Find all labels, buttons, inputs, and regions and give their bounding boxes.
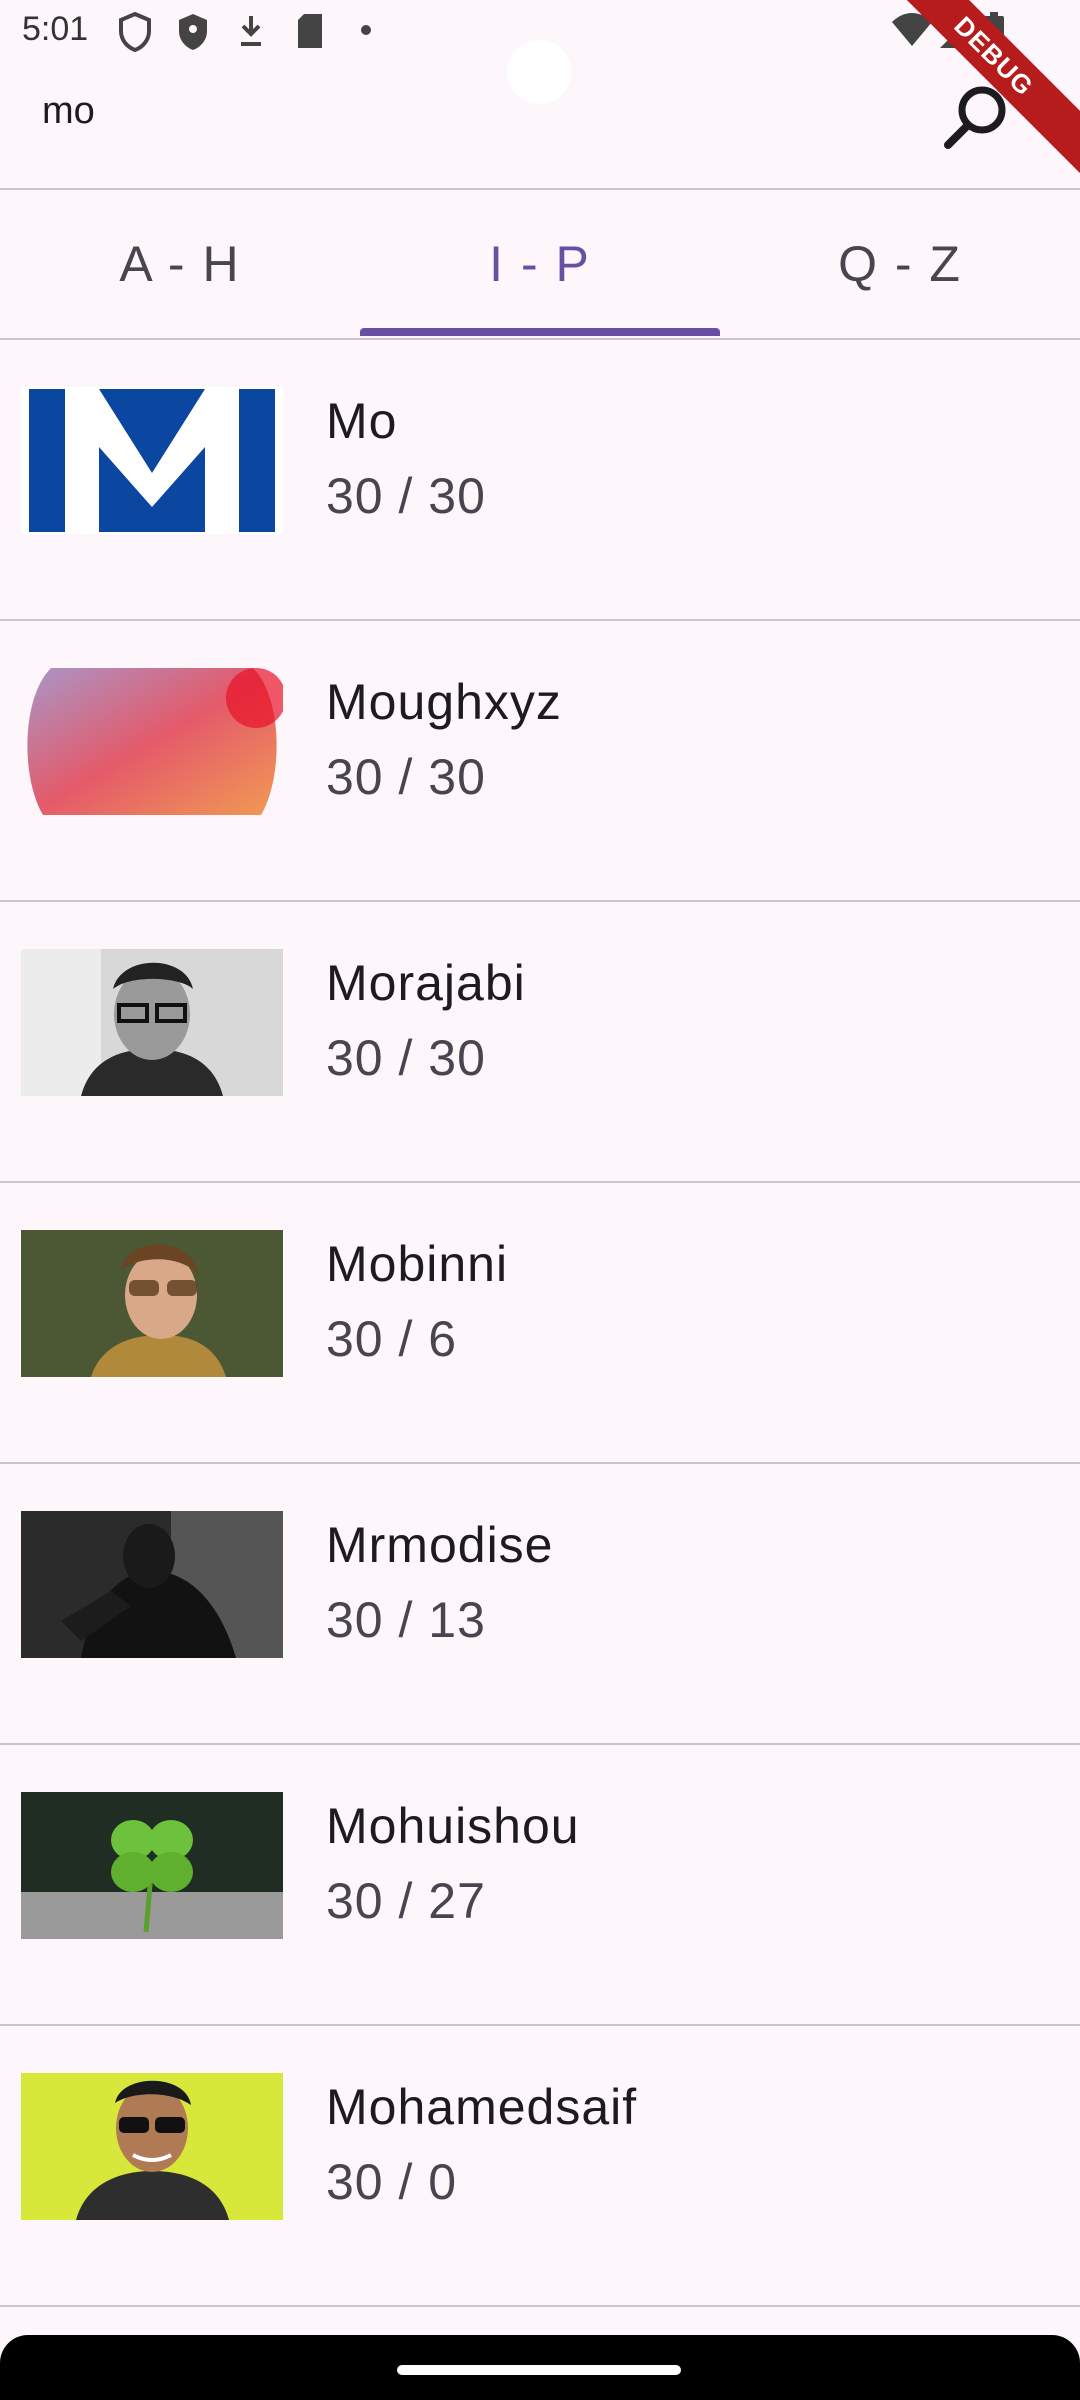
- tab-i-p[interactable]: I - P: [360, 190, 720, 338]
- item-name: Mohuishou: [326, 1798, 580, 1854]
- item-count: 30 / 6: [326, 1311, 458, 1367]
- item-count: 30 / 13: [326, 1592, 486, 1648]
- item-count: 30 / 0: [326, 2154, 458, 2210]
- app-bar: mo: [0, 64, 1080, 188]
- avatar: [21, 2073, 283, 2220]
- item-count: 30 / 27: [326, 1873, 486, 1929]
- list-item[interactable]: Mohamedsaif 30 / 0: [0, 2026, 1080, 2307]
- avatar: [21, 1792, 283, 1939]
- tab-a-h[interactable]: A - H: [0, 190, 360, 338]
- item-name: Mrmodise: [326, 1517, 554, 1573]
- shield-icon: [119, 12, 151, 52]
- avatar: [21, 387, 283, 534]
- list-item[interactable]: Mohuishou 30 / 27: [0, 1745, 1080, 2026]
- home-gesture-handle[interactable]: [397, 2365, 681, 2375]
- avatar: [21, 1230, 283, 1377]
- list-item[interactable]: Mobinni 30 / 6: [0, 1183, 1080, 1464]
- search-query-text[interactable]: mo: [42, 90, 95, 133]
- download-icon: [241, 16, 261, 46]
- item-count: 30 / 30: [326, 749, 486, 805]
- item-name: Mobinni: [326, 1236, 509, 1292]
- item-name: Mo: [326, 393, 398, 449]
- list-item[interactable]: Mrmodise 30 / 13: [0, 1464, 1080, 1745]
- tab-indicator: [360, 328, 720, 336]
- item-count: 30 / 30: [326, 468, 486, 524]
- security-shield-icon: [179, 14, 207, 50]
- result-list: Mo 30 / 30 Moughxyz 30 / 30 Morajabi 30 …: [0, 340, 1080, 2307]
- list-item[interactable]: Morajabi 30 / 30: [0, 902, 1080, 1183]
- avatar: [21, 949, 283, 1096]
- item-name: Moughxyz: [326, 674, 562, 730]
- dot-icon: [361, 25, 371, 35]
- sd-card-icon: [298, 14, 322, 48]
- list-item[interactable]: Moughxyz 30 / 30: [0, 621, 1080, 902]
- item-name: Mohamedsaif: [326, 2079, 638, 2135]
- system-nav-bar: [0, 2335, 1080, 2400]
- item-count: 30 / 30: [326, 1030, 486, 1086]
- tab-bar: A - H I - P Q - Z: [0, 190, 1080, 338]
- tab-q-z[interactable]: Q - Z: [720, 190, 1080, 338]
- item-name: Morajabi: [326, 955, 526, 1011]
- list-item[interactable]: Mo 30 / 30: [0, 340, 1080, 621]
- avatar: [21, 668, 283, 815]
- avatar: [21, 1511, 283, 1658]
- status-time: 5:01: [22, 10, 89, 48]
